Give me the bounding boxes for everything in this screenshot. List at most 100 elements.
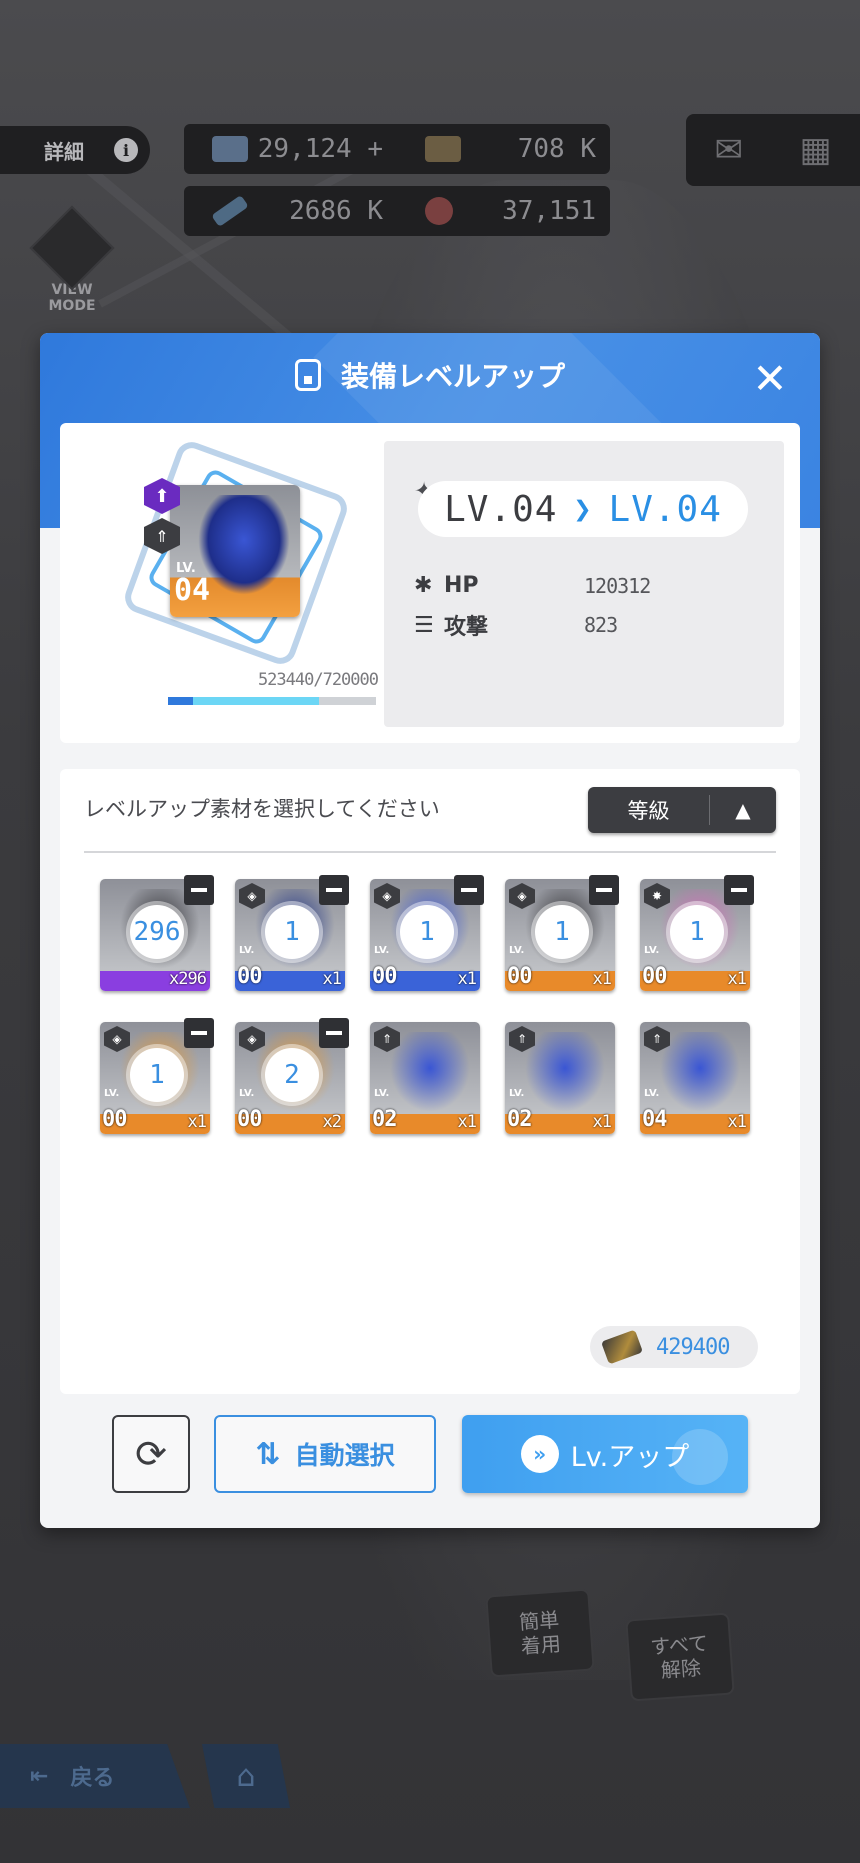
material-quantity: x1	[457, 1112, 478, 1132]
material-level-label: LV.	[239, 1088, 255, 1099]
material-level-label: LV.	[374, 945, 390, 956]
selected-count: 2	[265, 1048, 319, 1102]
material-item[interactable]: ⇑ LV. 04 x1	[640, 1022, 750, 1134]
modal-title: 装備レベルアップ	[40, 355, 820, 395]
crystal-icon	[212, 136, 248, 162]
credit-card-icon	[425, 136, 461, 162]
remove-minus-icon[interactable]	[319, 1018, 349, 1048]
equipment-summary: ⬆ ⇑ LV. 04 523440/720000 ✦ LV.04 ❯ LV.04…	[60, 423, 800, 743]
material-level: 00	[102, 1107, 127, 1132]
remove-minus-icon[interactable]	[184, 875, 214, 905]
remove-minus-icon[interactable]	[184, 1018, 214, 1048]
menu-grid-icon[interactable]: ▦	[800, 130, 832, 170]
material-level: 00	[237, 1107, 262, 1132]
level-up-button[interactable]: » Lv.アップ	[462, 1415, 748, 1493]
material-level-label: LV.	[104, 1088, 120, 1099]
hp-value: 120312	[584, 573, 651, 598]
selected-count: 296	[130, 905, 184, 959]
stat-panel: ✦ LV.04 ❯ LV.04 ✱ HP 120312 ☰ 攻撃 823	[384, 441, 784, 727]
fast-forward-icon: »	[520, 1435, 559, 1473]
sort-label: 等級	[588, 795, 710, 825]
material-item[interactable]: ◈ LV. 00 x2 2	[235, 1018, 349, 1134]
view-mode-button[interactable]: VIEW MODE	[29, 205, 115, 314]
exit-icon: ⇤	[30, 1763, 49, 1789]
reset-button[interactable]: ⟳	[112, 1415, 190, 1493]
sort-arrows-icon: ⇅	[255, 1436, 280, 1472]
equipment-level: 04	[174, 573, 211, 608]
detail-button[interactable]: 詳細 i	[0, 126, 150, 174]
remove-minus-icon[interactable]	[454, 875, 484, 905]
core-icon	[425, 197, 453, 225]
material-item[interactable]: ◈ LV. 00 x1 1	[370, 875, 484, 991]
level-change: LV.04 ❯ LV.04	[418, 481, 748, 537]
material-level-label: LV.	[374, 1088, 390, 1099]
material-item[interactable]: x296 296	[100, 875, 214, 991]
material-level: 00	[372, 964, 397, 989]
back-button[interactable]: ⇤ 戻る	[0, 1744, 190, 1808]
stat-hp: ✱ HP 120312	[414, 573, 734, 598]
material-item[interactable]: ✸ LV. 00 x1 1	[640, 875, 754, 991]
home-icon: ⌂	[236, 1758, 256, 1794]
material-quantity: x1	[592, 969, 613, 989]
material-art	[660, 1032, 740, 1112]
equipment-art	[198, 495, 290, 595]
credit-icon	[600, 1329, 644, 1365]
material-quantity: x2	[322, 1112, 343, 1132]
material-quantity: x296	[169, 969, 207, 989]
material-item[interactable]: ◈ LV. 00 x1 1	[100, 1018, 214, 1134]
attack-icon: ☰	[414, 612, 434, 638]
easy-equip-button[interactable]: 簡単 着用	[485, 1588, 595, 1678]
hp-icon: ✱	[414, 573, 433, 598]
back-label: 戻る	[70, 1766, 115, 1791]
exp-bar-fill	[168, 697, 320, 705]
material-item[interactable]: ⇑ LV. 02 x1	[370, 1022, 480, 1134]
release-all-button[interactable]: すべて 解除	[625, 1612, 735, 1702]
resource-core: 37,151	[502, 196, 596, 226]
auto-select-button[interactable]: ⇅ 自動選択	[214, 1415, 436, 1493]
resource-row-1: 29,124 + 708 K	[184, 124, 610, 174]
material-prompt: レベルアップ素材を選択してください	[84, 797, 440, 821]
material-quantity: x1	[322, 969, 343, 989]
selected-count: 1	[670, 905, 724, 959]
divider	[84, 851, 776, 853]
view-mode-icon	[29, 205, 115, 291]
level-to: LV.04	[608, 488, 722, 530]
exp-bar	[168, 697, 376, 705]
selected-count: 1	[400, 905, 454, 959]
level-up-modal: 装備レベルアップ ✕ ⬆ ⇑ LV. 04 523440/720000 ✦ LV…	[40, 333, 820, 1528]
material-item[interactable]: ◈ LV. 00 x1 1	[235, 875, 349, 991]
gold-cost-value: 429400	[656, 1334, 730, 1360]
corner-buttons: ✉ ▦	[686, 114, 860, 186]
material-quantity: x1	[727, 1112, 748, 1132]
refresh-icon: ⟳	[135, 1432, 167, 1476]
resource-crystal: 29,124 +	[257, 134, 383, 164]
selected-count: 1	[535, 905, 589, 959]
equipment-icon	[294, 359, 321, 391]
material-quantity: x1	[592, 1112, 613, 1132]
home-button[interactable]: ⌂	[202, 1744, 290, 1808]
material-art	[390, 1032, 470, 1112]
gold-cost: 429400	[590, 1326, 758, 1368]
remove-minus-icon[interactable]	[589, 875, 619, 905]
resource-vial: 2686 K	[289, 196, 383, 226]
auto-select-label: 自動選択	[294, 1441, 395, 1470]
arrow-right-icon: ❯	[573, 491, 593, 527]
resource-row-2: 2686 K 37,151	[184, 186, 610, 236]
material-level-label: LV.	[509, 945, 525, 956]
stat-attack: ☰ 攻撃 823	[414, 609, 734, 641]
resource-credit: 708 K	[517, 134, 596, 164]
level-from: LV.04	[444, 488, 558, 530]
remove-minus-icon[interactable]	[319, 875, 349, 905]
selected-count: 1	[265, 905, 319, 959]
material-item[interactable]: ◈ LV. 00 x1 1	[505, 875, 619, 991]
material-level: 00	[642, 964, 667, 989]
close-button[interactable]: ✕	[750, 358, 790, 400]
sort-ascending-icon: ▲	[735, 798, 751, 822]
remove-minus-icon[interactable]	[724, 875, 754, 905]
attack-label: 攻撃	[444, 615, 489, 640]
material-level: 02	[507, 1107, 532, 1132]
mail-icon[interactable]: ✉	[714, 130, 743, 170]
material-item[interactable]: ⇑ LV. 02 x1	[505, 1022, 615, 1134]
sort-button[interactable]: 等級 ▲	[588, 787, 776, 833]
hp-label: HP	[444, 573, 479, 598]
